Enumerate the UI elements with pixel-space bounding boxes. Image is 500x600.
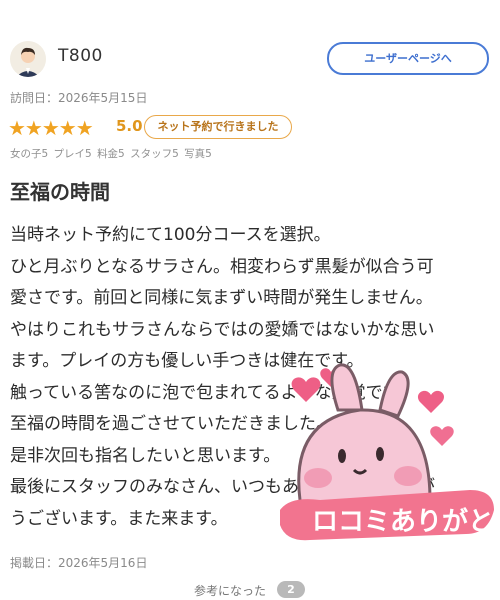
thanks-sticker: ロコミありがと bbox=[280, 350, 500, 550]
subscore-price: 料金5 bbox=[97, 148, 125, 160]
net-reservation-badge: ネット予約で行きました bbox=[144, 115, 292, 139]
helpful-button[interactable]: 参考になった bbox=[194, 582, 266, 599]
rating-score: 5.0 bbox=[116, 117, 143, 135]
rating-stars: ★★★★★ bbox=[8, 116, 94, 140]
username[interactable]: T800 bbox=[58, 46, 103, 66]
review-title: 至福の時間 bbox=[10, 180, 110, 204]
subscores: 女の子5 プレイ5 料金5 スタッフ5 写真5 bbox=[10, 146, 214, 161]
avatar[interactable] bbox=[10, 41, 46, 77]
body-line: 当時ネット予約にて100分コースを選択。 bbox=[10, 225, 331, 245]
posted-date: 掲載日：2026年5月16日 bbox=[10, 556, 148, 570]
sticker-text: ロコミありがと bbox=[312, 506, 494, 537]
review-card: T800 ユーザーページへ 訪問日：2026年5月15日 ★★★★★ 5.0 ネ… bbox=[0, 0, 500, 600]
subscore-photo: 写真5 bbox=[184, 148, 212, 160]
body-line: やはりこれもサラさんならではの愛嬌ではないかな思い bbox=[10, 319, 435, 340]
subscore-girl: 女の子5 bbox=[10, 148, 49, 160]
body-line: 愛さです。前回と同様に気まずい時間が発生しません。 bbox=[10, 288, 433, 308]
helpful-count-badge: 2 bbox=[277, 581, 305, 598]
subscore-staff: スタッフ5 bbox=[130, 148, 179, 160]
user-page-button[interactable]: ユーザーページへ bbox=[327, 42, 489, 75]
visit-date: 訪問日：2026年5月15日 bbox=[10, 91, 148, 105]
subscore-play: プレイ5 bbox=[53, 148, 92, 160]
body-line: ひと月ぶりとなるサラさん。相変わらず黒髪が似合う可 bbox=[10, 256, 434, 277]
